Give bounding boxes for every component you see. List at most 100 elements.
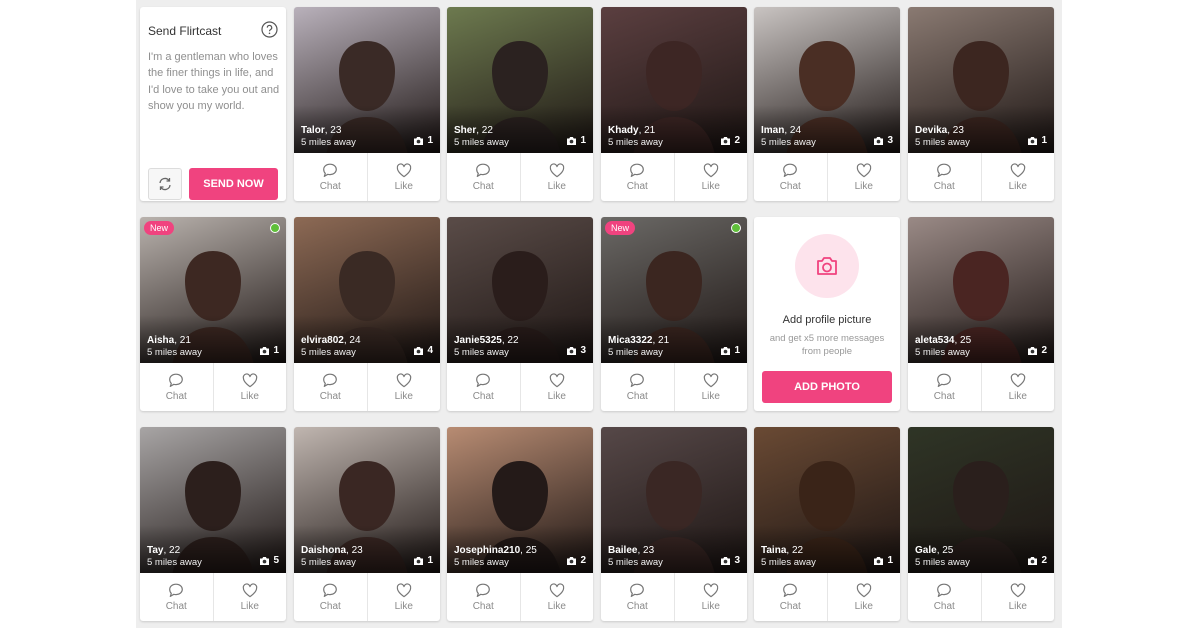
heart-icon xyxy=(549,372,564,387)
profile-card[interactable]: Taina, 22 5 miles away 1 Chat Like xyxy=(754,427,900,621)
like-button[interactable]: Like xyxy=(519,153,594,201)
chat-bubble-icon xyxy=(476,373,491,387)
refresh-icon xyxy=(159,177,171,191)
chat-button[interactable]: Chat xyxy=(447,363,520,411)
like-button[interactable]: Like xyxy=(366,363,441,411)
chat-label: Chat xyxy=(472,600,494,612)
photo-count: 2 xyxy=(1027,555,1047,566)
chat-button[interactable]: Chat xyxy=(447,573,520,621)
send-now-button[interactable]: SEND NOW xyxy=(189,168,278,200)
profile-actions: Chat Like xyxy=(294,573,440,621)
chat-button[interactable]: Chat xyxy=(601,573,674,621)
profile-photo[interactable]: Iman, 24 5 miles away 3 xyxy=(754,7,900,153)
like-button[interactable]: Like xyxy=(673,573,748,621)
profile-card[interactable]: Iman, 24 5 miles away 3 Chat Like xyxy=(754,7,900,201)
profile-card[interactable]: Janie5325, 22 5 miles away 3 Chat Like xyxy=(447,217,593,411)
chat-button[interactable]: Chat xyxy=(908,153,981,201)
chat-button[interactable]: Chat xyxy=(908,573,981,621)
heart-icon xyxy=(1010,162,1025,177)
new-badge: New xyxy=(605,221,636,235)
chat-button[interactable]: Chat xyxy=(294,153,367,201)
profile-photo[interactable]: Janie5325, 22 5 miles away 3 xyxy=(447,217,593,363)
help-circle-icon[interactable] xyxy=(261,21,278,38)
photo-count: 1 xyxy=(873,555,893,566)
chat-button[interactable]: Chat xyxy=(754,153,827,201)
chat-button[interactable]: Chat xyxy=(294,363,367,411)
profile-card[interactable]: Khady, 21 5 miles away 2 Chat Like xyxy=(601,7,747,201)
profile-age: , 23 xyxy=(637,545,655,556)
refresh-button[interactable] xyxy=(148,168,182,200)
profile-photo[interactable]: Josephina210, 25 5 miles away 2 xyxy=(447,427,593,573)
profile-card[interactable]: Gale, 25 5 miles away 2 Chat Like xyxy=(908,427,1054,621)
photo-count-value: 2 xyxy=(1041,555,1047,566)
profile-name: Tay xyxy=(147,545,164,556)
profile-photo[interactable]: Gale, 25 5 miles away 2 xyxy=(908,427,1054,573)
profile-actions: Chat Like xyxy=(447,363,593,411)
camera-icon xyxy=(567,346,577,355)
profile-card[interactable]: Josephina210, 25 5 miles away 2 Chat Like xyxy=(447,427,593,621)
profile-photo[interactable]: Talor, 23 5 miles away 1 xyxy=(294,7,440,153)
chat-button[interactable]: Chat xyxy=(140,363,213,411)
profile-age: , 22 xyxy=(476,125,493,136)
like-button[interactable]: Like xyxy=(673,153,748,201)
like-button[interactable]: Like xyxy=(826,153,901,201)
like-button[interactable]: Like xyxy=(519,363,594,411)
profile-age: , 25 xyxy=(520,545,537,556)
like-button[interactable]: Like xyxy=(366,153,441,201)
profile-photo[interactable]: Sher, 22 5 miles away 1 xyxy=(447,7,593,153)
photo-count: 2 xyxy=(566,555,586,566)
like-button[interactable]: Like xyxy=(519,573,594,621)
like-label: Like xyxy=(547,180,566,192)
camera-icon xyxy=(414,346,424,355)
like-button[interactable]: Like xyxy=(366,573,441,621)
camera-icon xyxy=(721,556,731,565)
profile-card[interactable]: aleta534, 25 5 miles away 2 Chat Like xyxy=(908,217,1054,411)
chat-button[interactable]: Chat xyxy=(754,573,827,621)
profile-photo[interactable]: Khady, 21 5 miles away 2 xyxy=(601,7,747,153)
photo-count: 4 xyxy=(413,345,433,356)
like-button[interactable]: Like xyxy=(980,153,1055,201)
like-button[interactable]: Like xyxy=(212,363,287,411)
chat-button[interactable]: Chat xyxy=(294,573,367,621)
chat-bubble-icon xyxy=(169,583,184,597)
add-photo-subtitle: and get x5 more messages from people xyxy=(769,333,885,357)
chat-button[interactable]: Chat xyxy=(601,153,674,201)
profile-photo[interactable]: elvira802, 24 5 miles away 4 xyxy=(294,217,440,363)
profile-photo[interactable]: New Mica3322, 21 5 miles away 1 xyxy=(601,217,747,363)
chat-button[interactable]: Chat xyxy=(908,363,981,411)
profile-photo[interactable]: Taina, 22 5 miles away 1 xyxy=(754,427,900,573)
profile-distance: 5 miles away xyxy=(915,557,970,568)
chat-bubble-icon xyxy=(169,373,184,387)
profile-name: Aisha xyxy=(147,335,175,346)
like-button[interactable]: Like xyxy=(212,573,287,621)
profile-card[interactable]: Bailee, 23 5 miles away 3 Chat Like xyxy=(601,427,747,621)
profile-photo[interactable]: Tay, 22 5 miles away 5 xyxy=(140,427,286,573)
add-photo-button[interactable]: ADD PHOTO xyxy=(762,371,892,403)
like-button[interactable]: Like xyxy=(826,573,901,621)
chat-label: Chat xyxy=(319,180,341,192)
profile-photo[interactable]: New Aisha, 21 5 miles away 1 xyxy=(140,217,286,363)
profile-actions: Chat Like xyxy=(447,153,593,201)
like-button[interactable]: Like xyxy=(980,363,1055,411)
profile-card[interactable]: Daishona, 23 5 miles away 1 Chat Like xyxy=(294,427,440,621)
like-button[interactable]: Like xyxy=(980,573,1055,621)
chat-button[interactable]: Chat xyxy=(140,573,213,621)
profile-photo[interactable]: Bailee, 23 5 miles away 3 xyxy=(601,427,747,573)
profile-photo[interactable]: Devika, 23 5 miles away 1 xyxy=(908,7,1054,153)
profile-card[interactable]: elvira802, 24 5 miles away 4 Chat Like xyxy=(294,217,440,411)
profile-photo[interactable]: aleta534, 25 5 miles away 2 xyxy=(908,217,1054,363)
profile-photo[interactable]: Daishona, 23 5 miles away 1 xyxy=(294,427,440,573)
photo-count-value: 2 xyxy=(1041,345,1047,356)
profile-card[interactable]: Tay, 22 5 miles away 5 Chat Like xyxy=(140,427,286,621)
profile-card[interactable]: Talor, 23 5 miles away 1 Chat Like xyxy=(294,7,440,201)
like-button[interactable]: Like xyxy=(673,363,748,411)
profile-card[interactable]: Devika, 23 5 miles away 1 Chat Like xyxy=(908,7,1054,201)
profile-card[interactable]: Sher, 22 5 miles away 1 Chat Like xyxy=(447,7,593,201)
profile-card[interactable]: New Aisha, 21 5 miles away 1 Chat Like xyxy=(140,217,286,411)
chat-button[interactable]: Chat xyxy=(601,363,674,411)
camera-circle[interactable] xyxy=(795,234,859,298)
chat-button[interactable]: Chat xyxy=(447,153,520,201)
profile-card[interactable]: New Mica3322, 21 5 miles away 1 Chat Like xyxy=(601,217,747,411)
chat-label: Chat xyxy=(626,600,648,612)
photo-count: 1 xyxy=(413,555,433,566)
